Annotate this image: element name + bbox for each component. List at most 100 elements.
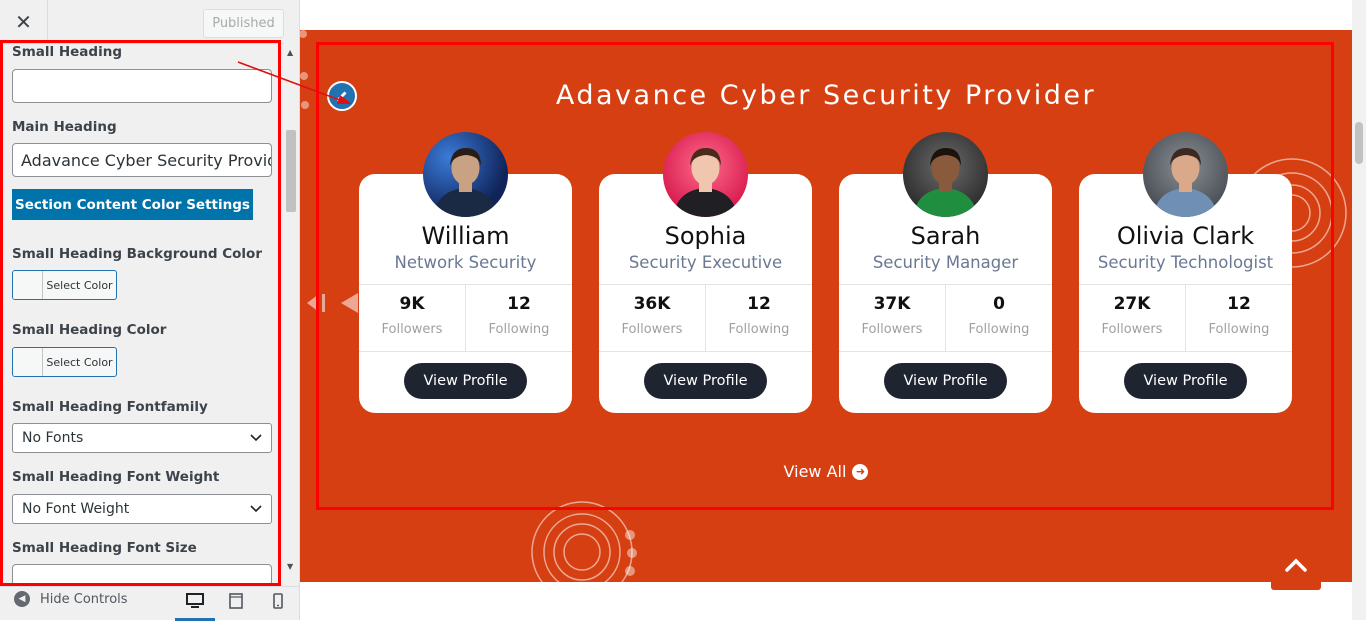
view-all-label: View All bbox=[783, 462, 847, 481]
view-all-link[interactable]: View All ➜ bbox=[300, 462, 1352, 481]
select-value: No Fonts bbox=[22, 430, 84, 446]
mobile-icon[interactable] bbox=[268, 591, 288, 611]
profile-role: Security Manager bbox=[872, 253, 1019, 272]
small-heading-bg-color-picker[interactable]: Select Color bbox=[12, 270, 117, 300]
section-content-color-settings-button[interactable]: Section Content Color Settings bbox=[12, 189, 253, 220]
following-count: 0 bbox=[993, 294, 1005, 314]
followers-label: Followers bbox=[381, 322, 443, 337]
profile-stats: 9K Followers 12 Following bbox=[359, 284, 572, 352]
team-section: Adavance Cyber Security Provider William… bbox=[300, 30, 1352, 582]
color-swatch bbox=[13, 271, 43, 299]
view-profile-button[interactable]: View Profile bbox=[1124, 363, 1247, 399]
profile-name: William bbox=[421, 222, 510, 250]
followers-stat: 9K Followers bbox=[359, 285, 465, 351]
customizer-footer: ◀ Hide Controls bbox=[0, 586, 300, 621]
scroll-down-icon[interactable]: ▼ bbox=[287, 562, 293, 571]
customizer-header: ✕ Published bbox=[0, 0, 300, 44]
profile-card: Sophia Security Executive 36K Followers … bbox=[599, 132, 812, 413]
chevron-down-icon bbox=[250, 434, 262, 442]
profile-name: Sarah bbox=[910, 222, 981, 250]
publish-button[interactable]: Published bbox=[203, 9, 284, 38]
small-heading-color-label: Small Heading Color bbox=[12, 322, 167, 338]
profile-card: William Network Security 9K Followers 12… bbox=[359, 132, 572, 413]
preview-scrollbar[interactable] bbox=[1352, 0, 1366, 620]
small-heading-fontfamily-select[interactable]: No Fonts bbox=[12, 423, 272, 453]
profile-stats: 36K Followers 12 Following bbox=[599, 284, 812, 352]
following-label: Following bbox=[488, 322, 550, 337]
profile-role: Security Technologist bbox=[1097, 253, 1274, 272]
select-value: No Font Weight bbox=[22, 501, 130, 517]
small-heading-color-picker[interactable]: Select Color bbox=[12, 347, 117, 377]
following-stat: 12 Following bbox=[1185, 285, 1292, 351]
followers-count: 36K bbox=[633, 294, 671, 314]
scroll-to-top-button[interactable] bbox=[1271, 540, 1321, 590]
small-heading-bg-color-label: Small Heading Background Color bbox=[12, 246, 262, 262]
chevron-down-icon bbox=[250, 505, 262, 513]
small-heading-input[interactable] bbox=[12, 69, 272, 103]
profile-card: Sarah Security Manager 37K Followers 0 F… bbox=[839, 132, 1052, 413]
view-profile-button[interactable]: View Profile bbox=[644, 363, 767, 399]
following-count: 12 bbox=[507, 294, 531, 314]
following-stat: 12 Following bbox=[465, 285, 572, 351]
scrollbar-thumb[interactable] bbox=[286, 130, 296, 212]
avatar bbox=[423, 132, 508, 217]
profile-role: Security Executive bbox=[628, 253, 783, 272]
select-color-label: Select Color bbox=[46, 278, 113, 292]
following-label: Following bbox=[968, 322, 1030, 337]
section-title: Adavance Cyber Security Provider bbox=[555, 80, 1097, 111]
decorative-circles bbox=[531, 501, 637, 582]
followers-label: Followers bbox=[1101, 322, 1163, 337]
close-customizer-button[interactable]: ✕ bbox=[0, 0, 48, 44]
customizer-sidebar: ✕ Published Small Heading Main Heading A… bbox=[0, 0, 300, 621]
desktop-icon[interactable] bbox=[185, 591, 205, 611]
main-heading-input[interactable]: Adavance Cyber Security Provider bbox=[12, 143, 272, 177]
small-heading-font-size-label: Small Heading Font Size bbox=[12, 540, 197, 556]
followers-label: Followers bbox=[621, 322, 683, 337]
followers-count: 37K bbox=[873, 294, 911, 314]
scrollbar-thumb[interactable] bbox=[1355, 122, 1363, 164]
chevron-up-icon bbox=[1285, 558, 1307, 572]
avatar bbox=[903, 132, 988, 217]
color-swatch bbox=[13, 348, 43, 376]
avatar bbox=[1143, 132, 1228, 217]
followers-stat: 37K Followers bbox=[839, 285, 945, 351]
following-count: 12 bbox=[747, 294, 771, 314]
followers-count: 27K bbox=[1113, 294, 1151, 314]
profile-stats: 27K Followers 12 Following bbox=[1079, 284, 1292, 352]
main-heading-label: Main Heading bbox=[12, 119, 117, 135]
followers-stat: 27K Followers bbox=[1079, 285, 1185, 351]
small-heading-font-weight-label: Small Heading Font Weight bbox=[12, 469, 220, 485]
profile-stats: 37K Followers 0 Following bbox=[839, 284, 1052, 352]
following-label: Following bbox=[728, 322, 790, 337]
small-heading-label: Small Heading bbox=[12, 44, 122, 60]
profile-name: Olivia Clark bbox=[1116, 222, 1255, 250]
followers-stat: 36K Followers bbox=[599, 285, 705, 351]
view-profile-button[interactable]: View Profile bbox=[404, 363, 527, 399]
slider-prev-arrow[interactable] bbox=[307, 292, 359, 314]
profile-role: Network Security bbox=[394, 253, 537, 272]
arrow-right-circle-icon: ➜ bbox=[852, 463, 869, 480]
collapse-icon: ◀ bbox=[14, 591, 30, 607]
following-label: Following bbox=[1208, 322, 1270, 337]
followers-count: 9K bbox=[399, 294, 425, 314]
small-heading-font-weight-select[interactable]: No Font Weight bbox=[12, 494, 272, 524]
following-stat: 12 Following bbox=[705, 285, 812, 351]
controls-panel: Small Heading Main Heading Adavance Cybe… bbox=[0, 40, 283, 586]
tablet-icon[interactable] bbox=[226, 591, 246, 611]
small-heading-font-size-input[interactable] bbox=[12, 564, 272, 586]
following-stat: 0 Following bbox=[945, 285, 1052, 351]
select-color-label: Select Color bbox=[46, 355, 113, 369]
hide-controls-button[interactable]: ◀ Hide Controls bbox=[14, 591, 128, 607]
profile-name: Sophia bbox=[664, 222, 747, 250]
panel-scrollbar[interactable]: ▲ ▼ bbox=[284, 40, 299, 576]
profile-card: Olivia Clark Security Technologist 27K F… bbox=[1079, 132, 1292, 413]
scroll-up-icon[interactable]: ▲ bbox=[287, 48, 293, 57]
following-count: 12 bbox=[1227, 294, 1251, 314]
hide-controls-label: Hide Controls bbox=[40, 591, 128, 607]
site-preview: Adavance Cyber Security Provider William… bbox=[300, 0, 1366, 620]
followers-label: Followers bbox=[861, 322, 923, 337]
close-icon: ✕ bbox=[15, 10, 32, 34]
small-heading-fontfamily-label: Small Heading Fontfamily bbox=[12, 399, 208, 415]
view-profile-button[interactable]: View Profile bbox=[884, 363, 1007, 399]
avatar bbox=[663, 132, 748, 217]
